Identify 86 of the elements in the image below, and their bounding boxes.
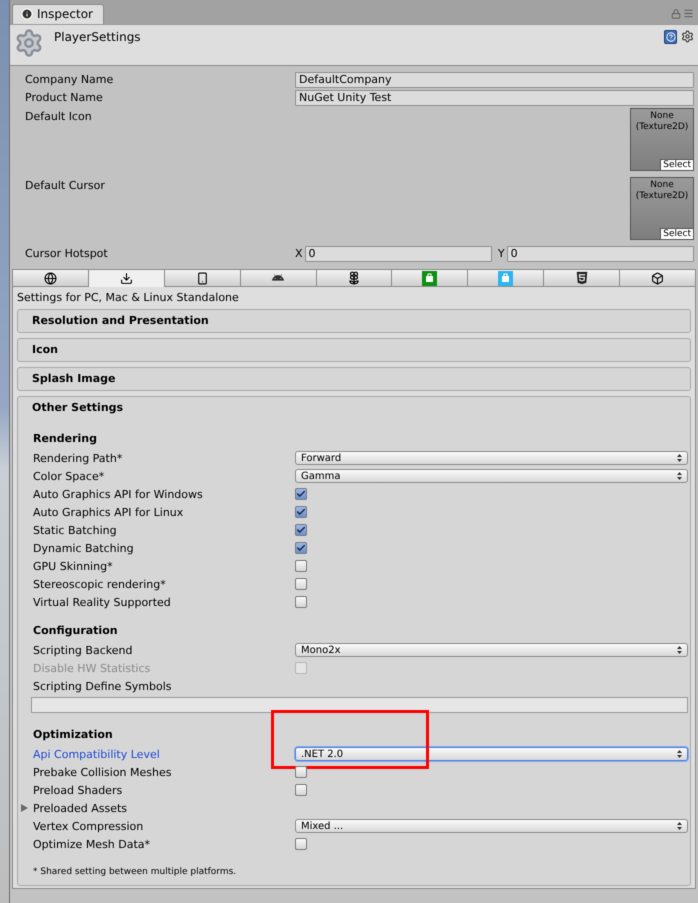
platform-tab[interactable] [544,269,620,287]
text-field[interactable]: NuGet Unity Test [295,90,694,106]
field-label: Product Name [25,90,104,104]
setting-label: Stereoscopic rendering* [33,578,167,590]
text-field[interactable]: DefaultCompany [295,72,694,88]
footnote: * Shared setting between multiple platforms. [33,867,238,877]
gear-icon [14,28,44,58]
section-header[interactable]: Splash Image [18,368,690,390]
group-title: Configuration [33,623,119,639]
help-icon[interactable] [664,30,677,44]
flower-icon [347,271,361,285]
platform-tab[interactable] [88,269,165,287]
checkbox[interactable] [295,838,307,850]
updown-arrow-icon [677,822,682,830]
field-label: Default Icon [25,109,93,123]
download-icon [120,272,133,285]
section-header[interactable]: Resolution and Presentation [18,310,690,332]
dropdown[interactable]: .NET 2.0 [295,747,688,761]
updown-arrow-icon [677,454,682,462]
group-title: Optimization [33,727,114,743]
setting-label: Optimize Mesh Data* [33,838,152,850]
field-label: Cursor Hotspot [25,246,109,260]
setting-label: Api Compatibility Level [33,748,161,760]
platform-tab[interactable] [164,269,241,287]
checkbox[interactable] [295,578,307,590]
axis-label: X [295,246,304,260]
setting-label: Auto Graphics API for Linux [33,506,184,518]
setting-label: Disable HW Statistics [33,662,152,674]
number-field[interactable]: 0 [506,246,694,262]
field-label: Company Name [25,72,114,86]
number-field[interactable]: 0 [304,246,492,262]
updown-arrow-icon [677,750,682,758]
setting-label: Color Space* [33,470,106,482]
setting-label: Scripting Define Symbols [33,680,173,692]
checkbox[interactable] [295,596,307,608]
setting-label: Prebake Collision Meshes [33,766,172,778]
globe-icon [44,272,57,284]
texture-slot[interactable]: None (Texture2D) Select [630,177,694,240]
texture-slot[interactable]: None (Texture2D) Select [630,108,694,171]
checkbox[interactable] [295,766,307,778]
checkbox[interactable] [295,784,307,796]
cube-icon [651,272,664,284]
lock-icon[interactable] [671,8,681,18]
info-icon [21,8,33,20]
component-title: PlayerSettings [54,30,142,44]
section-header[interactable]: Icon [18,339,690,361]
setting-label: Scripting Backend [33,644,134,656]
group-title: Rendering [33,431,98,447]
updown-arrow-icon [677,472,682,480]
menu-icon[interactable] [683,8,694,19]
updown-arrow-icon [677,646,682,654]
dropdown[interactable]: Forward [295,451,688,465]
platform-tab[interactable] [12,269,89,287]
setting-label: Preload Shaders [33,784,124,796]
dropdown[interactable]: Mono2x [295,643,688,657]
inspector-tab[interactable]: Inspector [12,4,104,24]
select-button[interactable]: Select [660,228,693,239]
settings-icon[interactable] [681,30,694,44]
setting-label: Rendering Path* [33,452,124,464]
input-field[interactable] [31,697,688,713]
select-button[interactable]: Select [660,159,693,170]
checkbox[interactable] [295,524,307,536]
setting-label: Vertex Compression [33,820,144,832]
dropdown[interactable]: Gamma [295,469,688,483]
html5-icon [574,271,589,285]
checkbox[interactable] [295,488,307,500]
platform-tab[interactable] [240,269,317,287]
platform-tab[interactable] [620,269,696,287]
settings-title: Settings for PC, Mac & Linux Standalone [17,291,240,304]
store-icon [498,270,514,286]
setting-label: Static Batching [33,524,118,536]
checkbox[interactable] [295,542,307,554]
store-icon [422,270,438,286]
checkbox[interactable] [295,560,307,572]
dropdown[interactable]: Mixed ... [295,819,688,833]
phone-icon [196,272,209,284]
setting-label: Dynamic Batching [33,542,135,554]
section-header[interactable]: Other Settings [18,397,690,419]
platform-tab[interactable] [316,269,392,287]
axis-label: Y [496,246,506,260]
checkbox[interactable] [295,506,307,518]
setting-label: Virtual Reality Supported [33,596,172,608]
field-label: Default Cursor [25,178,106,192]
setting-label: Auto Graphics API for Windows [33,488,204,500]
setting-label: GPU Skinning* [33,560,114,572]
foldout[interactable]: Preloaded Assets [21,799,690,817]
